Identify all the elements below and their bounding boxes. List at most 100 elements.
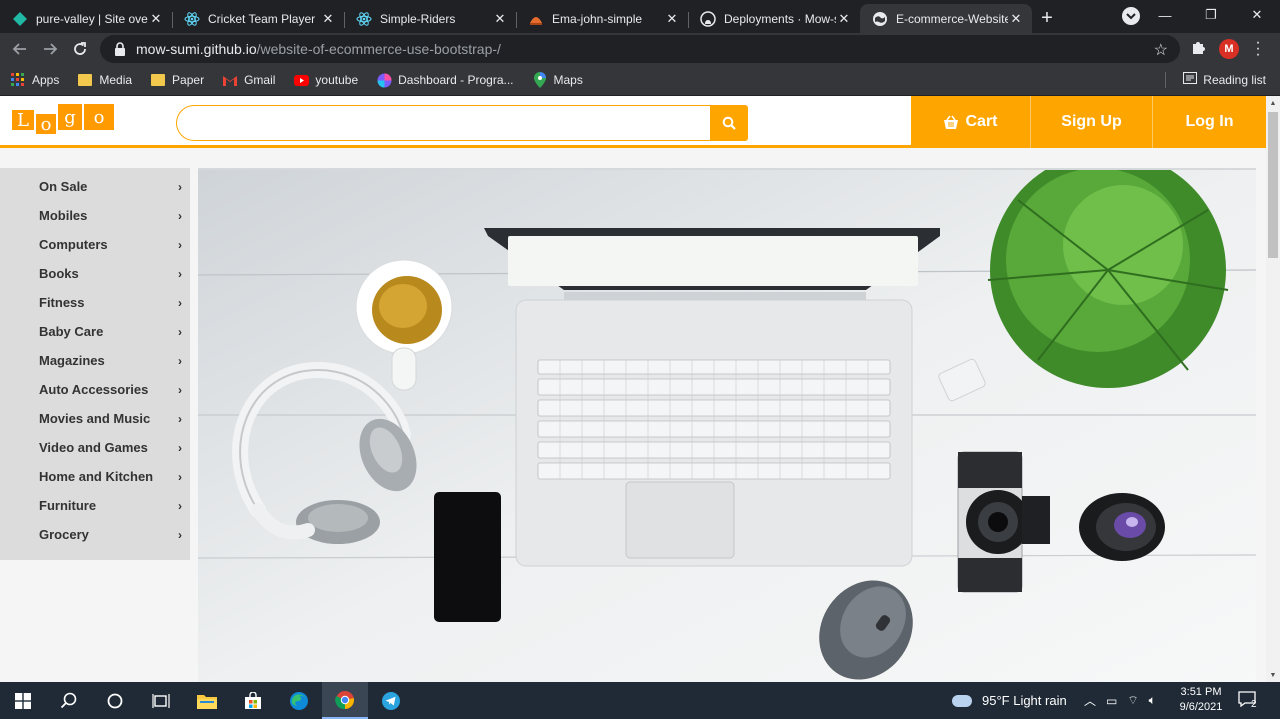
category-item[interactable]: Magazines ›: [0, 346, 190, 375]
category-label: Magazines: [39, 353, 105, 368]
close-tab-icon[interactable]: ✕: [836, 11, 852, 27]
bookmark-gmail[interactable]: Gmail: [222, 72, 275, 88]
tab-title: pure-valley | Site overv: [36, 11, 148, 26]
chevron-up-icon[interactable]: ︿: [1084, 692, 1096, 709]
scroll-up-arrow-icon[interactable]: ▲: [1269, 99, 1277, 107]
reload-icon[interactable]: [70, 39, 90, 59]
task-view-icon[interactable]: [138, 682, 184, 719]
network-icon[interactable]: ⌔: [1127, 693, 1138, 708]
close-tab-icon[interactable]: ✕: [1008, 11, 1024, 27]
category-label: Grocery: [39, 527, 89, 542]
address-bar[interactable]: mow-sumi.github.io/website-of-ecommerce-…: [100, 35, 1180, 63]
chevron-right-icon: ›: [178, 382, 182, 397]
ema-john-icon: [528, 11, 544, 27]
browser-tab-strip: pure-valley | Site overv ✕ Cricket Team …: [0, 0, 1280, 33]
scrollbar-thumb[interactable]: [1268, 112, 1278, 258]
bookmark-paper[interactable]: Paper: [150, 72, 204, 88]
browser-tab-active[interactable]: E-commerce-Website ✕: [860, 4, 1032, 33]
file-explorer-icon[interactable]: [184, 682, 230, 719]
bookmark-dashboard[interactable]: Dashboard - Progra...: [376, 72, 514, 88]
chevron-right-icon: ›: [178, 295, 182, 310]
new-tab-button[interactable]: +: [1032, 4, 1062, 33]
tab-title: Simple-Riders: [380, 11, 456, 26]
tab-title: Ema-john-simple: [552, 11, 643, 26]
notification-count: 2: [1251, 699, 1257, 710]
category-item[interactable]: Grocery ›: [0, 520, 190, 549]
search-input[interactable]: [176, 105, 712, 141]
close-tab-icon[interactable]: ✕: [492, 11, 508, 27]
laptop: [484, 228, 940, 567]
reading-list-icon: [1183, 72, 1198, 87]
signup-button[interactable]: Sign Up: [1031, 96, 1153, 148]
site-header: L o g o Cart Sign Up Log In: [0, 96, 1266, 148]
gmail-icon: [222, 72, 238, 88]
category-item[interactable]: Computers ›: [0, 230, 190, 259]
minimize-icon[interactable]: —: [1142, 0, 1188, 30]
bookmark-media[interactable]: Media: [77, 72, 132, 88]
volume-icon[interactable]: 🔈︎: [1149, 693, 1156, 708]
bookmark-youtube[interactable]: youtube: [293, 72, 358, 88]
chrome-browser-icon[interactable]: [322, 682, 368, 719]
system-clock[interactable]: 3:51 PM 9/6/2021: [1172, 685, 1230, 715]
category-item[interactable]: Fitness ›: [0, 288, 190, 317]
cart-button[interactable]: Cart: [911, 96, 1031, 148]
category-label: Fitness: [39, 295, 85, 310]
windows-start-icon[interactable]: [0, 682, 46, 719]
cortana-icon[interactable]: [92, 682, 138, 719]
site-logo[interactable]: L o g o: [12, 104, 116, 135]
category-item[interactable]: Baby Care ›: [0, 317, 190, 346]
bookmark-maps[interactable]: Maps: [532, 72, 583, 88]
category-item[interactable]: Books ›: [0, 259, 190, 288]
react-icon: [356, 11, 372, 27]
category-label: Computers: [39, 237, 108, 252]
back-arrow-icon[interactable]: [10, 39, 30, 59]
category-label: Baby Care: [39, 324, 104, 339]
search-icon[interactable]: [46, 682, 92, 719]
browser-tab[interactable]: Ema-john-simple ✕: [516, 4, 688, 33]
browser-tab[interactable]: Simple-Riders ✕: [344, 4, 516, 33]
reading-list-button[interactable]: Reading list: [1165, 72, 1266, 88]
profile-avatar[interactable]: M: [1219, 39, 1239, 59]
close-window-icon[interactable]: ✕: [1234, 0, 1280, 30]
notification-center-icon[interactable]: 2: [1238, 691, 1260, 711]
category-item[interactable]: Home and Kitchen ›: [0, 462, 190, 491]
forward-arrow-icon[interactable]: [40, 39, 60, 59]
weather-widget[interactable]: 95°F Light rain: [952, 682, 1067, 719]
chevron-right-icon: ›: [178, 411, 182, 426]
tab-title: E-commerce-Website: [896, 11, 1008, 26]
folder-icon: [77, 72, 93, 88]
category-item[interactable]: Video and Games ›: [0, 433, 190, 462]
react-icon: [184, 11, 200, 27]
extensions-puzzle-icon[interactable]: [1190, 40, 1206, 61]
windows-taskbar: 95°F Light rain ︿ ▭ ⌔ 🔈︎ 3:51 PM 9/6/202…: [0, 682, 1280, 719]
category-label: Furniture: [39, 498, 97, 513]
browser-tab[interactable]: pure-valley | Site overv ✕: [0, 4, 172, 33]
scroll-down-arrow-icon[interactable]: ▼: [1269, 671, 1277, 679]
bookmark-star-icon[interactable]: ☆: [1154, 40, 1168, 60]
tab-title: Deployments · Mow-su: [724, 11, 836, 26]
battery-icon[interactable]: ▭: [1106, 694, 1117, 708]
diamond-icon: [12, 11, 28, 27]
reading-list-label: Reading list: [1203, 72, 1266, 87]
telegram-icon[interactable]: [368, 682, 414, 719]
close-tab-icon[interactable]: ✕: [148, 11, 164, 27]
browser-tab[interactable]: Deployments · Mow-su ✕: [688, 4, 860, 33]
microsoft-store-icon[interactable]: [230, 682, 276, 719]
category-item[interactable]: Furniture ›: [0, 491, 190, 520]
category-item[interactable]: On Sale ›: [0, 172, 190, 201]
browser-tab[interactable]: Cricket Team Player ✕: [172, 4, 344, 33]
close-tab-icon[interactable]: ✕: [320, 11, 336, 27]
tab-search-icon[interactable]: [1122, 7, 1140, 25]
restore-icon[interactable]: ❐: [1188, 0, 1234, 30]
category-item[interactable]: Movies and Music ›: [0, 404, 190, 433]
category-item[interactable]: Mobiles ›: [0, 201, 190, 230]
search-button[interactable]: [710, 105, 748, 141]
bookmark-label: Gmail: [244, 73, 276, 87]
category-item[interactable]: Auto Accessories ›: [0, 375, 190, 404]
edge-browser-icon[interactable]: [276, 682, 322, 719]
browser-menu-icon[interactable]: · · ·: [1255, 35, 1261, 63]
page-scrollbar[interactable]: ▲ ▼: [1266, 96, 1280, 682]
close-tab-icon[interactable]: ✕: [664, 11, 680, 27]
login-button[interactable]: Log In: [1153, 96, 1266, 148]
bookmark-apps[interactable]: Apps: [10, 72, 59, 88]
